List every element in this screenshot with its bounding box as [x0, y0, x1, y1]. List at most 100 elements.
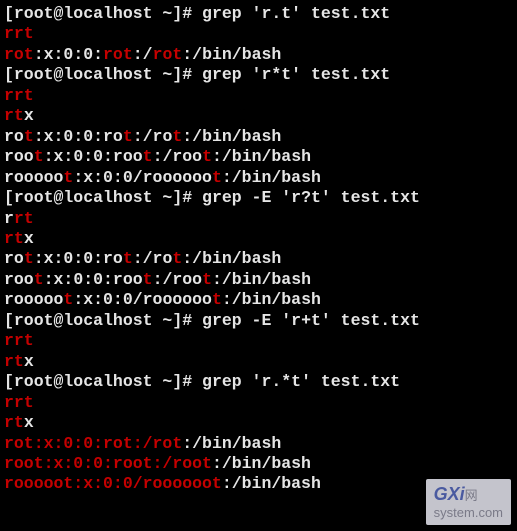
grep-match: rot: [4, 45, 34, 64]
output-text: ro: [4, 249, 24, 268]
grep-match: rooooot:x:0:0/roooooot: [4, 474, 222, 493]
output-text: :x:0:0:ro: [34, 249, 123, 268]
shell-prompt: [root@localhost ~]#: [4, 372, 202, 391]
grep-match: t: [172, 127, 182, 146]
output-text: :x:0:0:: [34, 45, 103, 64]
grep-match: rrt: [4, 393, 34, 412]
command-text: grep 'r.t' test.txt: [202, 4, 390, 23]
shell-prompt: [root@localhost ~]#: [4, 4, 202, 23]
grep-match: t: [202, 270, 212, 289]
output-text: x: [24, 352, 34, 371]
output-line: root:x:0:0:root:/root:/bin/bash: [4, 147, 513, 167]
output-line: rtx: [4, 352, 513, 372]
shell-prompt: [root@localhost ~]#: [4, 311, 202, 330]
output-text: :/bin/bash: [212, 270, 311, 289]
output-line: rtx: [4, 106, 513, 126]
grep-match: t: [63, 290, 73, 309]
output-text: :/bin/bash: [182, 45, 281, 64]
output-text: :/: [133, 45, 153, 64]
output-line: root:x:0:0:root:/root:/bin/bash: [4, 454, 513, 474]
output-line: rrt: [4, 393, 513, 413]
command-text: grep -E 'r?t' test.txt: [202, 188, 420, 207]
output-text: ro: [4, 127, 24, 146]
output-line: rot:x:0:0:rot:/rot:/bin/bash: [4, 127, 513, 147]
command-text: grep 'r.*t' test.txt: [202, 372, 400, 391]
grep-match: t: [143, 270, 153, 289]
grep-match: rot: [153, 45, 183, 64]
grep-match: rrt: [4, 331, 34, 350]
output-line: root:x:0:0:root:/root:/bin/bash: [4, 270, 513, 290]
command-line: [root@localhost ~]# grep 'r*t' test.txt: [4, 65, 513, 85]
output-line: rooooot:x:0:0/roooooot:/bin/bash: [4, 290, 513, 310]
output-text: x: [24, 413, 34, 432]
output-text: x: [24, 106, 34, 125]
grep-match: t: [24, 127, 34, 146]
output-line: rrt: [4, 209, 513, 229]
command-line: [root@localhost ~]# grep -E 'r+t' test.t…: [4, 311, 513, 331]
output-text: :x:0:0/roooooo: [73, 168, 212, 187]
output-line: rrt: [4, 331, 513, 351]
command-line: [root@localhost ~]# grep -E 'r?t' test.t…: [4, 188, 513, 208]
terminal-output[interactable]: [root@localhost ~]# grep 'r.t' test.txt r…: [4, 4, 513, 495]
output-text: :x:0:0/roooooo: [73, 290, 212, 309]
output-text: :/bin/bash: [212, 147, 311, 166]
output-text: :/ro: [133, 127, 173, 146]
output-text: :x:0:0:roo: [44, 270, 143, 289]
output-line: rot:x:0:0:rot:/rot:/bin/bash: [4, 249, 513, 269]
command-text: grep -E 'r+t' test.txt: [202, 311, 420, 330]
output-text: rooooo: [4, 168, 63, 187]
output-line: rot:x:0:0:rot:/rot:/bin/bash: [4, 45, 513, 65]
grep-match: rrt: [4, 86, 34, 105]
output-line: rrt: [4, 24, 513, 44]
output-text: roo: [4, 270, 34, 289]
output-line: rooooot:x:0:0/roooooot:/bin/bash: [4, 168, 513, 188]
grep-match: rt: [4, 229, 24, 248]
output-text: :x:0:0:ro: [34, 127, 123, 146]
grep-match: t: [24, 249, 34, 268]
output-line: rtx: [4, 229, 513, 249]
grep-match: t: [123, 127, 133, 146]
grep-match: rt: [4, 352, 24, 371]
output-text: :/roo: [153, 270, 203, 289]
watermark-domain: system.com: [434, 505, 503, 520]
output-text: :/roo: [153, 147, 203, 166]
grep-match: rot: [103, 45, 133, 64]
grep-match: t: [202, 147, 212, 166]
grep-match: t: [212, 168, 222, 187]
output-text: :/bin/bash: [222, 290, 321, 309]
output-text: :x:0:0:roo: [44, 147, 143, 166]
shell-prompt: [root@localhost ~]#: [4, 188, 202, 207]
shell-prompt: [root@localhost ~]#: [4, 65, 202, 84]
command-line: [root@localhost ~]# grep 'r.*t' test.txt: [4, 372, 513, 392]
grep-match: t: [212, 290, 222, 309]
grep-match: t: [172, 249, 182, 268]
grep-match: rrt: [4, 24, 34, 43]
grep-match: rt: [14, 209, 34, 228]
output-line: rot:x:0:0:rot:/rot:/bin/bash: [4, 434, 513, 454]
grep-match: t: [34, 147, 44, 166]
output-text: x: [24, 229, 34, 248]
watermark-brand: GXi: [434, 484, 465, 504]
output-line: rtx: [4, 413, 513, 433]
grep-match: t: [34, 270, 44, 289]
output-text: :/bin/bash: [182, 434, 281, 453]
watermark-badge: GXi网 system.com: [426, 479, 511, 525]
grep-match: rt: [4, 106, 24, 125]
output-text: :/bin/bash: [222, 168, 321, 187]
output-text: r: [4, 209, 14, 228]
command-text: grep 'r*t' test.txt: [202, 65, 390, 84]
output-text: :/bin/bash: [222, 474, 321, 493]
output-text: rooooo: [4, 290, 63, 309]
output-text: :/bin/bash: [182, 127, 281, 146]
grep-match: t: [143, 147, 153, 166]
watermark-suffix: 网: [465, 488, 478, 503]
grep-match: t: [63, 168, 73, 187]
grep-match: root:x:0:0:root:/root: [4, 454, 212, 473]
output-text: :/bin/bash: [182, 249, 281, 268]
grep-match: rt: [4, 413, 24, 432]
output-text: :/bin/bash: [212, 454, 311, 473]
output-text: roo: [4, 147, 34, 166]
grep-match: rot:x:0:0:rot:/rot: [4, 434, 182, 453]
grep-match: t: [123, 249, 133, 268]
output-line: rrt: [4, 86, 513, 106]
